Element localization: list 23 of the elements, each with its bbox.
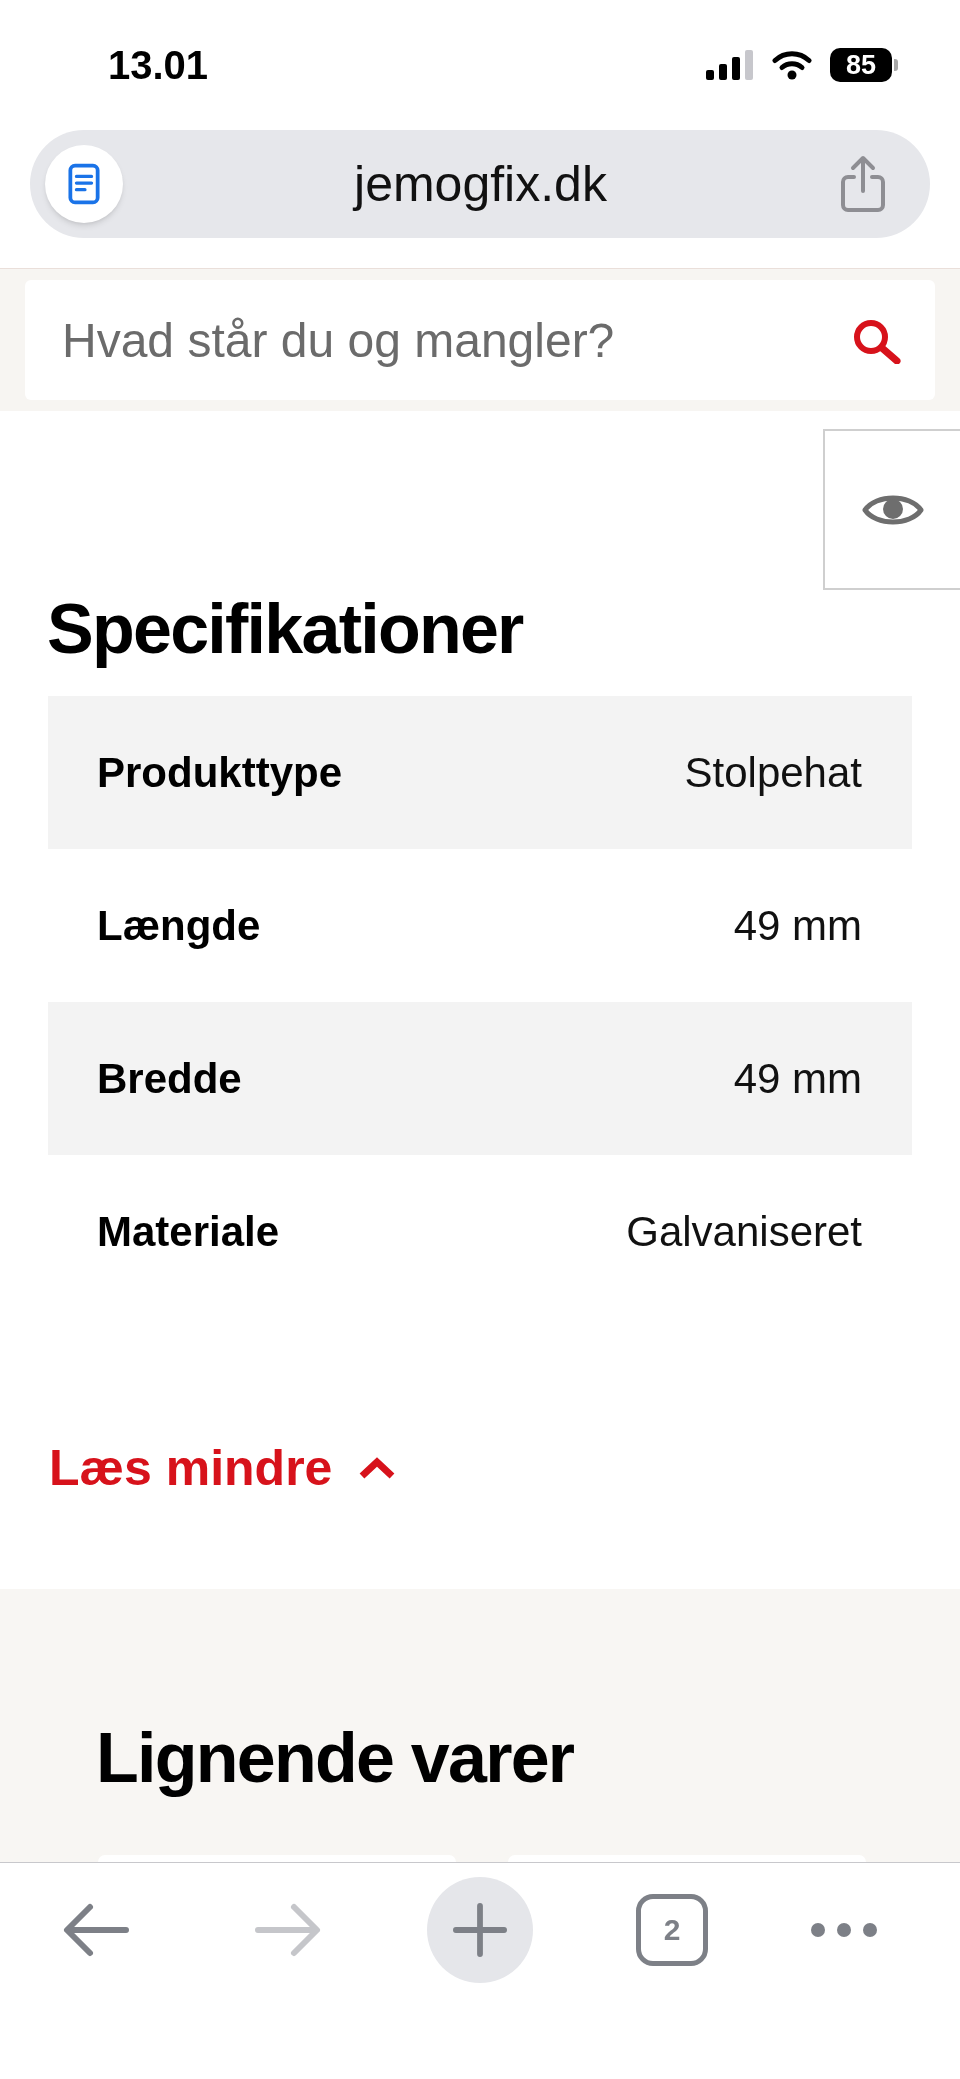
view-button[interactable] (823, 429, 960, 590)
search-field[interactable]: Hvad står du og mangler? (25, 280, 935, 400)
spec-value: Stolpehat (684, 751, 862, 794)
battery-indicator: 85 (830, 48, 898, 82)
url-text: jemogfix.dk (354, 159, 607, 209)
document-icon (68, 163, 100, 205)
spec-label: Længde (97, 904, 261, 947)
wifi-icon (772, 50, 812, 80)
reader-button[interactable] (45, 145, 123, 223)
spec-label: Bredde (97, 1057, 242, 1100)
share-icon[interactable] (838, 155, 888, 213)
search-icon[interactable] (852, 318, 902, 364)
tabs-button[interactable]: 2 (636, 1894, 708, 1966)
spec-value: 49 mm (733, 1057, 862, 1100)
read-less-link[interactable]: Læs mindre (49, 1443, 397, 1493)
status-time: 13.01 (108, 45, 209, 85)
chevron-up-icon (358, 1457, 397, 1479)
spec-value: Galvaniseret (626, 1210, 862, 1253)
address-bar[interactable]: jemogfix.dk (30, 130, 930, 238)
signal-icon (706, 50, 754, 80)
spec-value: 49 mm (733, 904, 862, 947)
spec-label: Materiale (97, 1210, 280, 1253)
spec-label: Produkttype (97, 751, 343, 794)
